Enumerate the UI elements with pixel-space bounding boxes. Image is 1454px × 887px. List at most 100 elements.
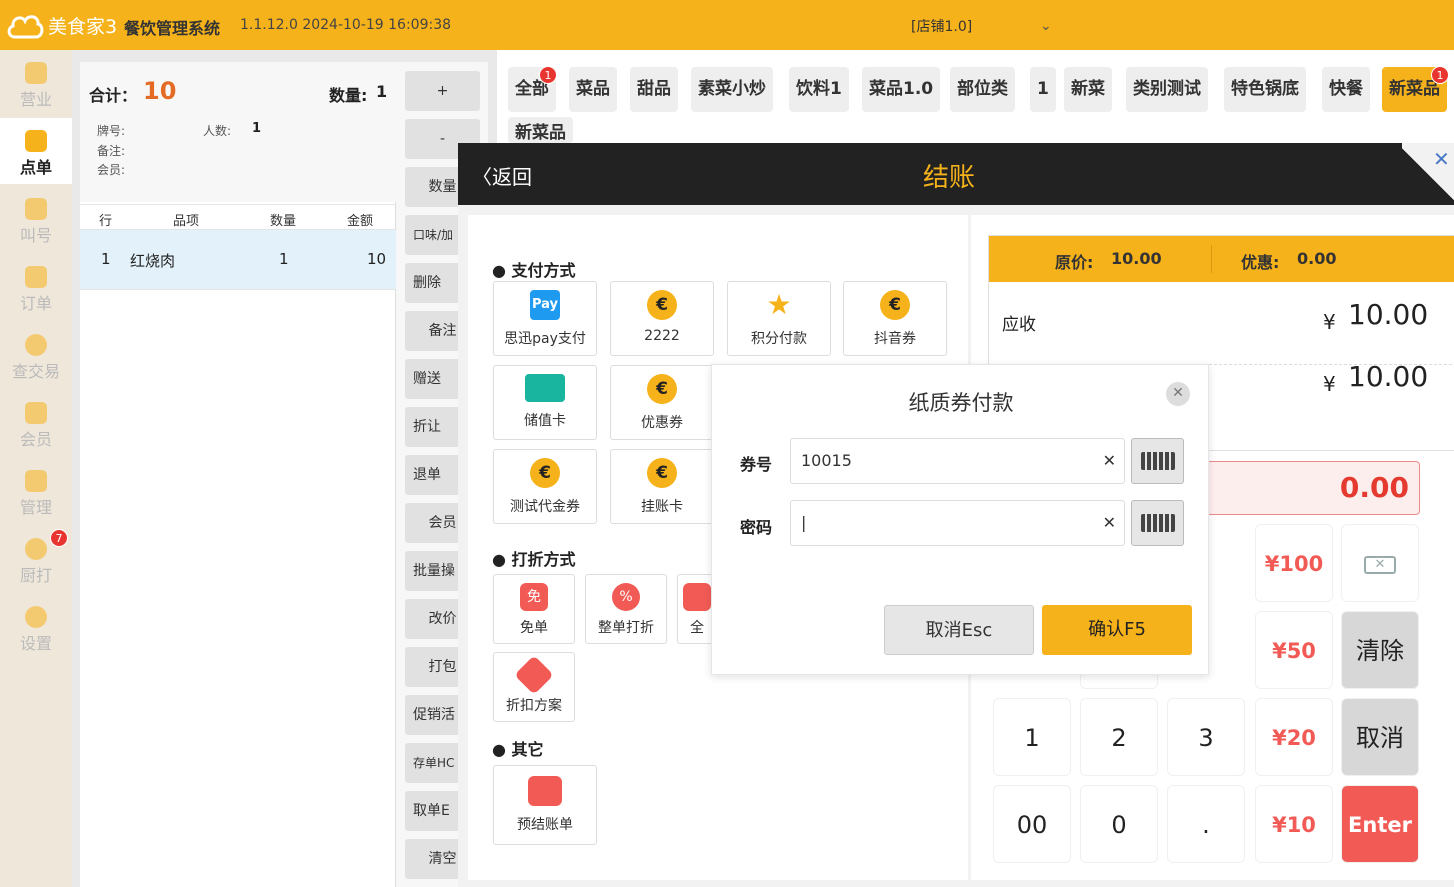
category-item[interactable]: 特色锅底 <box>1224 67 1306 112</box>
voucher-field[interactable]: 10015 ✕ <box>790 438 1125 484</box>
people-label: 人数: <box>203 124 232 138</box>
paper-voucher-dialog: 纸质券付款 ✕ 券号 10015 ✕ 密码 | ✕ 取消Esc 确认F5 <box>711 364 1209 675</box>
sidebar-item-label: 营业 <box>19 90 52 109</box>
pay-method-test-voucher[interactable]: € 测试代金券 <box>493 449 597 524</box>
sidebar-item-label: 管理 <box>19 498 52 517</box>
discount-label: 整单打折 <box>598 620 654 636</box>
pay-method-stored-card[interactable]: 储值卡 <box>493 365 597 440</box>
system-name: 餐饮管理系统 <box>124 19 221 38</box>
sidebar-item-transactions[interactable]: 查交易 <box>0 322 72 388</box>
sidebar-item-settings[interactable]: 设置 <box>0 594 72 660</box>
table-header: 行 品项 数量 金额 <box>80 204 396 230</box>
cancel-key[interactable]: 取消 <box>1341 698 1419 776</box>
close-icon[interactable]: ✕ <box>1166 382 1190 406</box>
clear-input-icon[interactable]: ✕ <box>1103 501 1116 545</box>
category-item[interactable]: 部位类 <box>950 67 1015 112</box>
divider <box>1211 245 1212 273</box>
table-row[interactable]: 1 红烧肉 1 10 <box>80 230 396 290</box>
sidebar-item-orders[interactable]: 订单 <box>0 254 72 320</box>
key-00[interactable]: 00 <box>993 785 1071 863</box>
category-item[interactable]: 快餐 <box>1322 67 1370 112</box>
key-1[interactable]: 1 <box>993 698 1071 776</box>
keyboard-icon[interactable] <box>1131 438 1184 484</box>
enter-key[interactable]: Enter <box>1341 785 1419 863</box>
pay-method-label: 2222 <box>644 328 680 344</box>
key-3[interactable]: 3 <box>1167 698 1245 776</box>
shop-selector[interactable]: [店铺1.0] <box>911 16 972 36</box>
back-button[interactable]: 〈返回 <box>472 161 532 190</box>
pay-method-sixunpay[interactable]: Pay 思迅pay支付 <box>493 281 597 356</box>
sidebar-item-call-number[interactable]: 叫号 <box>0 186 72 252</box>
chevron-down-icon[interactable]: ⌄ <box>1040 18 1052 34</box>
other-section-title: ● 其它 <box>492 740 544 759</box>
category-item[interactable]: 菜品 <box>569 67 617 112</box>
category-item[interactable]: 新菜 <box>1064 67 1112 112</box>
discount-free[interactable]: 免免单 <box>493 574 575 644</box>
checkout-title: 结账 <box>923 163 976 193</box>
sidebar-item-label: 订单 <box>19 294 52 313</box>
hand-pointer-icon <box>25 130 47 152</box>
password-field[interactable]: | ✕ <box>790 500 1125 546</box>
pay-method-douyin[interactable]: € 抖音券 <box>843 281 947 356</box>
backspace-icon[interactable]: ✕ <box>1341 524 1419 602</box>
price-bar: 原价: 10.00 优惠: 0.00 <box>989 236 1454 282</box>
coupon-icon: € <box>530 458 560 488</box>
member-label: 会员: <box>97 163 126 177</box>
key-2[interactable]: 2 <box>1080 698 1158 776</box>
sidebar-item-member[interactable]: 会员 <box>0 390 72 456</box>
coupon-icon: € <box>880 290 910 320</box>
discount-section-label: 打折方式 <box>511 550 576 569</box>
category-bar: 全部 1 菜品 甜品 素菜小炒 饮料1 菜品1.0 部位类 1 新菜 类别测试 … <box>497 50 1454 143</box>
password-label: 密码 <box>740 518 773 537</box>
clear-key[interactable]: 清除 <box>1341 611 1419 689</box>
key-20[interactable]: ¥20 <box>1255 698 1333 776</box>
category-item[interactable]: 饮料1 <box>789 67 849 112</box>
receivable-label: 应收 <box>1002 315 1036 335</box>
pay-method-2222[interactable]: €2222 <box>610 281 714 356</box>
card-icon <box>525 374 565 402</box>
pay-method-coupon[interactable]: € 优惠券 <box>610 365 714 440</box>
sidebar: 营业 点单 叫号 订单 查交易 会员 管理 厨打 7 设置 <box>0 50 72 887</box>
pre-bill-button[interactable]: 预结账单 <box>493 765 597 845</box>
key-50[interactable]: ¥50 <box>1255 611 1333 689</box>
key-10[interactable]: ¥10 <box>1255 785 1333 863</box>
checklist-icon <box>25 470 47 492</box>
number-icon <box>25 198 47 220</box>
search-icon <box>25 334 47 356</box>
pay-method-credit-card[interactable]: € 挂账卡 <box>610 449 714 524</box>
discount-whole-order[interactable]: % 整单打折 <box>585 574 667 644</box>
coupon-icon: € <box>647 290 677 320</box>
wallet-icon <box>528 776 562 806</box>
category-badge: 1 <box>1431 66 1449 84</box>
sidebar-item-order[interactable]: 点单 <box>0 118 72 184</box>
sidebar-item-manage[interactable]: 管理 <box>0 458 72 524</box>
confirm-button[interactable]: 确认F5 <box>1042 605 1192 655</box>
key-dot[interactable]: . <box>1167 785 1245 863</box>
row-qty: 1 <box>279 250 289 268</box>
category-item[interactable]: 菜品1.0 <box>862 67 941 112</box>
category-item[interactable]: 类别测试 <box>1126 67 1208 112</box>
pay-method-label: 抖音券 <box>874 331 916 347</box>
pay-method-points[interactable]: ★ 积分付款 <box>727 281 831 356</box>
sidebar-item-business[interactable]: 营业 <box>0 50 72 116</box>
keyboard-icon[interactable] <box>1131 500 1184 546</box>
sidebar-item-kitchen-print[interactable]: 厨打 7 <box>0 526 72 592</box>
paid-value: 10.00 <box>1348 360 1429 393</box>
cancel-button[interactable]: 取消Esc <box>884 605 1034 655</box>
voucher-label: 券号 <box>740 455 773 474</box>
category-item[interactable]: 新菜品 <box>508 117 573 143</box>
key-0[interactable]: 0 <box>1080 785 1158 863</box>
chart-icon <box>25 62 47 84</box>
clear-input-icon[interactable]: ✕ <box>1103 439 1116 483</box>
key-100[interactable]: ¥100 <box>1255 524 1333 602</box>
pay-method-label: 优惠券 <box>641 415 683 431</box>
plus-button[interactable]: + <box>405 71 480 111</box>
close-icon[interactable]: ✕ <box>1433 147 1450 171</box>
category-item[interactable]: 素菜小炒 <box>691 67 773 112</box>
category-item[interactable]: 甜品 <box>630 67 678 112</box>
sidebar-item-label: 查交易 <box>11 362 60 381</box>
discount-plan[interactable]: 折扣方案 <box>493 652 575 722</box>
sidebar-item-label: 会员 <box>19 430 52 449</box>
category-item[interactable]: 1 <box>1030 67 1056 112</box>
discount-icon <box>683 583 711 611</box>
